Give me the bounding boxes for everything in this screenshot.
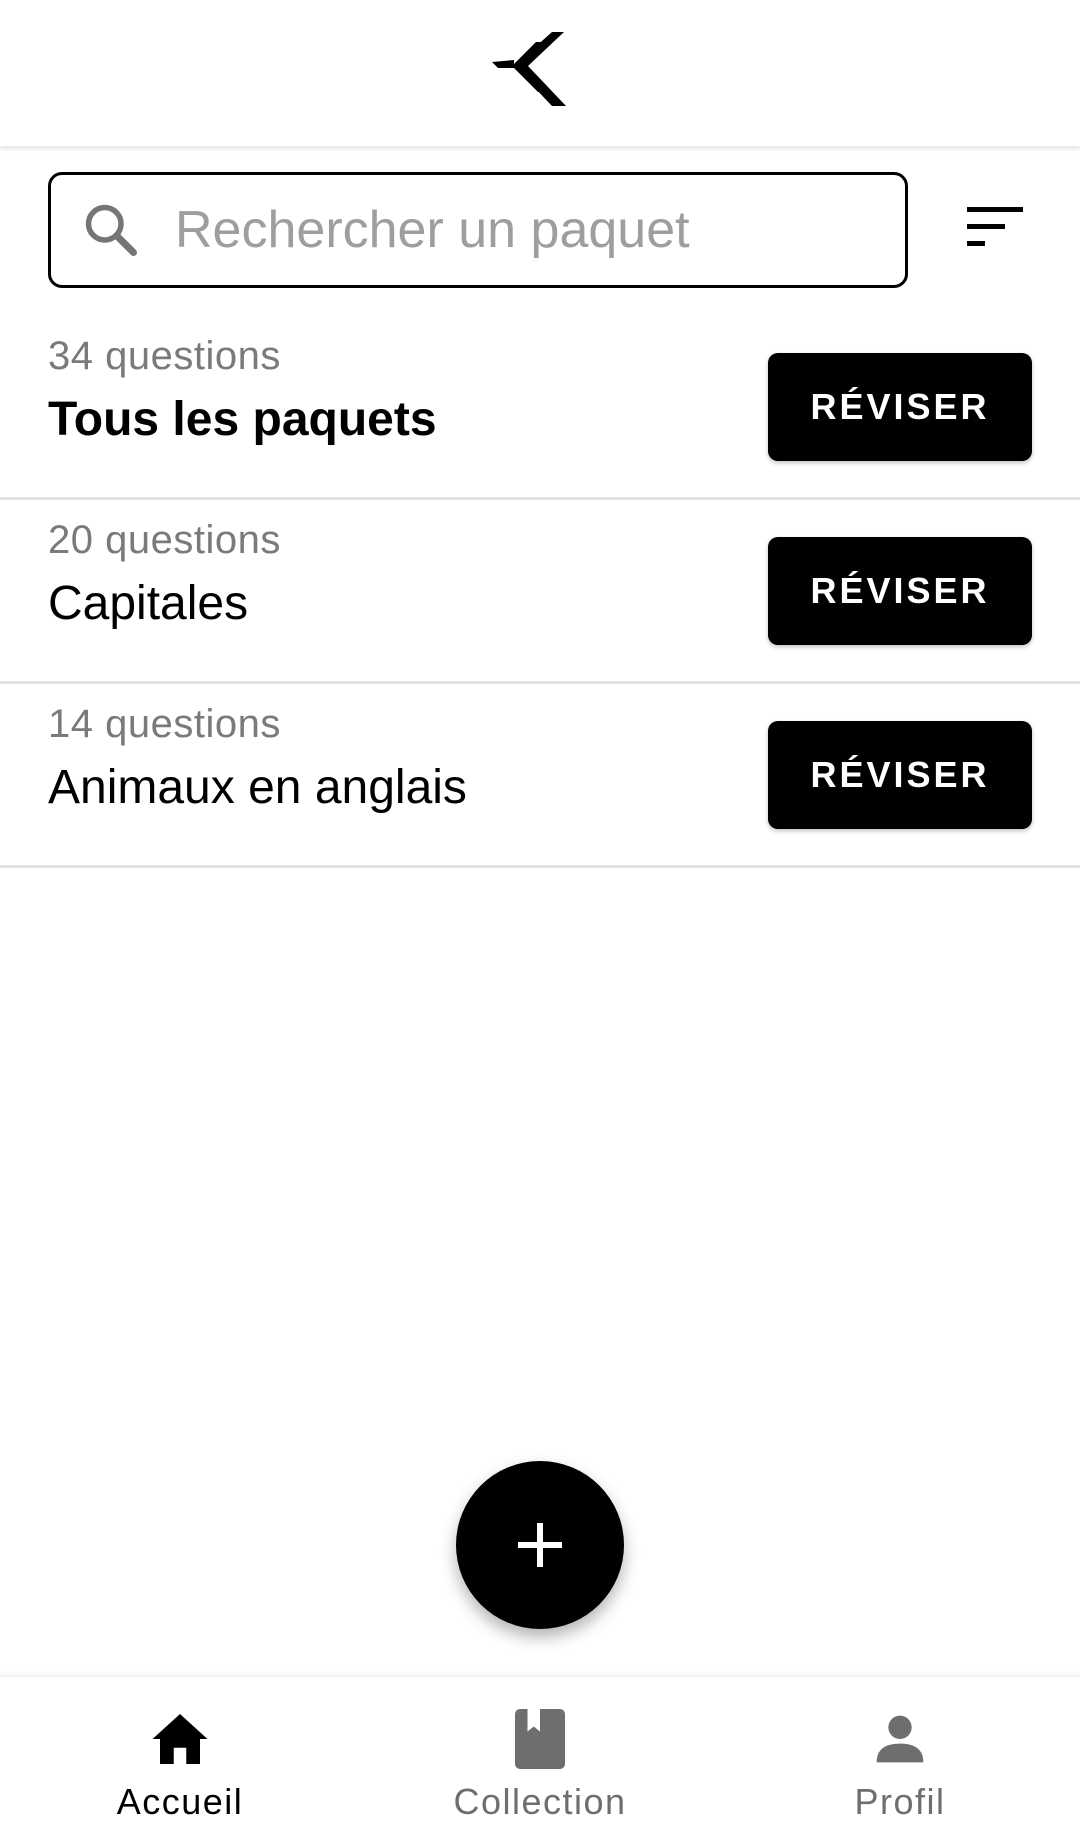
deck-name: Tous les paquets <box>48 393 437 446</box>
app-header <box>0 0 1080 147</box>
nav-item-accueil[interactable]: Accueil <box>50 1677 310 1846</box>
review-button[interactable]: RÉVISER <box>768 537 1032 645</box>
bottom-navigation: Accueil Collection Profil <box>0 1676 1080 1846</box>
search-field[interactable] <box>48 172 908 288</box>
nav-item-profil[interactable]: Profil <box>770 1677 1030 1846</box>
deck-row-all[interactable]: 34 questions Tous les paquets RÉVISER <box>0 316 1080 500</box>
deck-row-capitales[interactable]: 20 questions Capitales RÉVISER <box>0 500 1080 684</box>
deck-name: Animaux en anglais <box>48 761 467 814</box>
search-input[interactable] <box>175 200 835 260</box>
home-icon <box>150 1709 210 1769</box>
nav-label: Profil <box>854 1781 946 1822</box>
review-button[interactable]: RÉVISER <box>768 353 1032 461</box>
search-icon <box>81 200 141 260</box>
add-deck-button[interactable] <box>456 1461 624 1629</box>
plus-icon <box>518 1523 562 1567</box>
person-icon <box>870 1709 930 1769</box>
deck-row-animaux[interactable]: 14 questions Animaux en anglais RÉVISER <box>0 684 1080 868</box>
deck-name: Capitales <box>48 577 249 630</box>
app-logo-icon <box>492 32 566 106</box>
sort-icon <box>967 207 1023 246</box>
deck-list: 34 questions Tous les paquets RÉVISER 20… <box>0 316 1080 868</box>
search-row <box>0 172 1080 292</box>
deck-question-count: 14 questions <box>48 702 281 746</box>
nav-label: Accueil <box>116 1781 244 1822</box>
deck-question-count: 20 questions <box>48 518 281 562</box>
review-button[interactable]: RÉVISER <box>768 721 1032 829</box>
nav-label: Collection <box>453 1781 627 1822</box>
deck-question-count: 34 questions <box>48 334 281 378</box>
sort-button[interactable] <box>955 197 1035 257</box>
book-icon <box>510 1709 570 1769</box>
nav-item-collection[interactable]: Collection <box>410 1677 670 1846</box>
